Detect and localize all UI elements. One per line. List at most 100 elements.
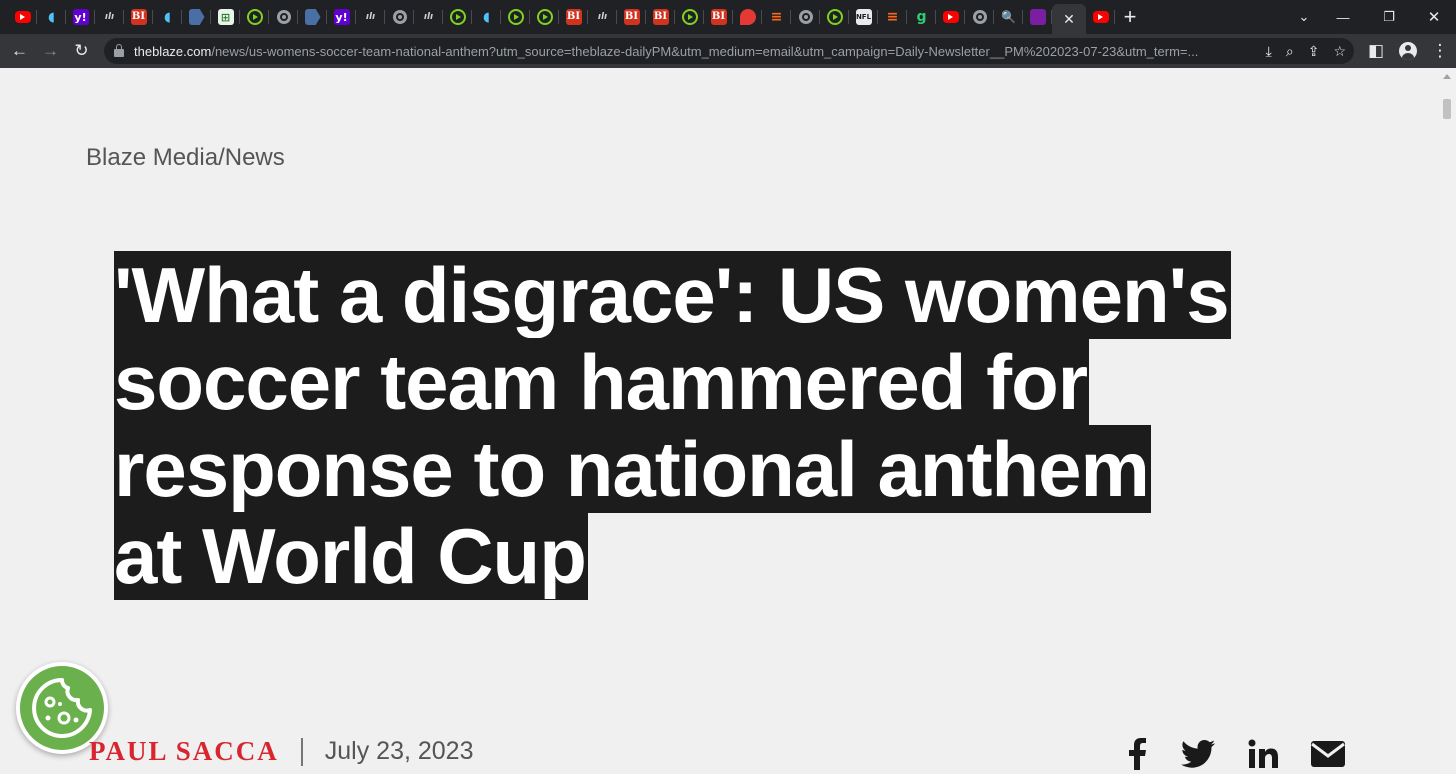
url-text[interactable]: theblaze.com/news/us-womens-soccer-team-… <box>134 44 1224 59</box>
site-icon: ılı <box>423 11 434 22</box>
close-tab-icon[interactable]: ✕ <box>1063 11 1075 28</box>
browser-tab[interactable]: ≡ <box>762 0 791 34</box>
play-icon <box>826 9 843 25</box>
reload-icon[interactable]: ↻ <box>66 34 97 68</box>
arrow-icon <box>304 9 321 25</box>
bookmark-star-icon[interactable]: ☆ <box>1333 43 1346 60</box>
site-icon: ılı <box>104 11 115 22</box>
zoom-icon[interactable]: ⌕ <box>1286 43 1294 60</box>
browser-tab[interactable] <box>443 0 472 34</box>
tab-list: ◖ y! ılı BI ◖ ⊞ y! ılı ılı ◖ BI ılı BI BI BI ≡ NFL ≡ g 🔍 ✕ <box>0 0 1115 34</box>
browser-tab[interactable]: BI <box>124 0 153 34</box>
browser-tab[interactable] <box>8 0 37 34</box>
twitter-icon <box>1181 740 1215 768</box>
share-twitter-icon[interactable] <box>1178 736 1218 772</box>
share-page-icon[interactable]: ⇪ <box>1308 43 1320 60</box>
browser-tab[interactable] <box>182 0 211 34</box>
browser-tab[interactable]: ◖ <box>153 0 182 34</box>
browser-tab[interactable]: BI <box>704 0 733 34</box>
nfl-icon: NFL <box>855 9 872 25</box>
back-icon[interactable]: ← <box>4 34 35 68</box>
browser-tab[interactable] <box>1086 0 1115 34</box>
globe-icon <box>392 10 407 24</box>
linkedin-icon <box>1248 739 1278 768</box>
browser-tab[interactable] <box>733 0 762 34</box>
email-icon <box>1311 741 1345 767</box>
close-window-icon[interactable]: ✕ <box>1412 0 1456 34</box>
g-icon: g <box>916 9 927 25</box>
browser-tab[interactable]: ≡ <box>878 0 907 34</box>
play-icon <box>449 9 466 25</box>
browser-tab[interactable]: y! <box>327 0 356 34</box>
browser-tab[interactable] <box>820 0 849 34</box>
youtube-icon <box>942 11 959 23</box>
bi-icon: BI <box>623 9 640 25</box>
install-icon[interactable]: ⤓ <box>1266 43 1272 60</box>
avatar <box>1399 42 1417 60</box>
play-icon <box>507 9 524 25</box>
profile-button[interactable] <box>1392 34 1424 68</box>
browser-tab[interactable]: BI <box>617 0 646 34</box>
browser-tab[interactable] <box>269 0 298 34</box>
browser-tab[interactable] <box>385 0 414 34</box>
yahoo-icon: y! <box>72 9 89 25</box>
page-content: Blaze Media/News 'What a disgrace': US w… <box>0 68 1439 774</box>
play-icon <box>246 9 263 25</box>
restore-icon[interactable]: ❐ <box>1366 0 1412 34</box>
browser-tab[interactable] <box>936 0 965 34</box>
toolbar-right: ◧ ⋮ <box>1360 34 1456 68</box>
search-icon: 🔍 <box>1001 10 1016 24</box>
browser-tab[interactable]: ılı <box>588 0 617 34</box>
forward-icon[interactable]: → <box>35 34 66 68</box>
headline-block: 'What a disgrace': US women's soccer tea… <box>114 251 1234 600</box>
browser-tab[interactable] <box>298 0 327 34</box>
share-facebook-icon[interactable] <box>1124 736 1150 772</box>
browser-tab[interactable]: ⊞ <box>211 0 240 34</box>
browser-tab[interactable] <box>965 0 994 34</box>
browser-tab[interactable]: NFL <box>849 0 878 34</box>
browser-tab[interactable] <box>501 0 530 34</box>
cookie-icon <box>32 678 92 738</box>
tab-search-icon[interactable]: ⌄ <box>1290 0 1318 34</box>
browser-tab[interactable]: ◖ <box>37 0 66 34</box>
breadcrumb[interactable]: Blaze Media/News <box>86 144 285 172</box>
scroll-thumb[interactable] <box>1443 99 1451 119</box>
browser-tab[interactable] <box>791 0 820 34</box>
browser-tab[interactable]: ◖ <box>472 0 501 34</box>
lock-icon[interactable] <box>114 44 124 57</box>
browser-tab[interactable]: ılı <box>356 0 385 34</box>
minimize-icon[interactable]: — <box>1320 0 1366 34</box>
share-email-icon[interactable] <box>1308 736 1348 772</box>
url-host: theblaze.com <box>134 43 212 59</box>
browser-tab[interactable]: BI <box>646 0 675 34</box>
address-bar[interactable]: theblaze.com/news/us-womens-soccer-team-… <box>104 38 1354 64</box>
browser-tab[interactable]: y! <box>66 0 95 34</box>
author-link[interactable]: PAUL SACCA <box>89 736 279 767</box>
browser-tab[interactable]: BI <box>559 0 588 34</box>
browser-tab[interactable] <box>675 0 704 34</box>
substack-icon: ≡ <box>886 9 899 25</box>
side-panel-icon[interactable]: ◧ <box>1360 34 1392 68</box>
globe-icon <box>972 10 987 24</box>
share-linkedin-icon[interactable] <box>1246 736 1282 772</box>
browser-tab[interactable]: g <box>907 0 936 34</box>
browser-tab[interactable]: ılı <box>414 0 443 34</box>
new-tab-button[interactable]: + <box>1115 0 1145 34</box>
menu-kebab-icon[interactable]: ⋮ <box>1424 34 1456 68</box>
browser-tab[interactable]: ılı <box>95 0 124 34</box>
site-icon: ılı <box>597 11 608 22</box>
scroll-up-arrow-icon[interactable] <box>1443 74 1451 79</box>
page-scrollbar[interactable] <box>1439 68 1456 774</box>
browser-tab[interactable] <box>240 0 269 34</box>
shield-icon: ◖ <box>483 9 490 25</box>
browser-tab[interactable] <box>530 0 559 34</box>
omnibox-actions: ⤓ ⌕ ⇪ ☆ <box>1266 38 1346 64</box>
arrow-icon <box>188 9 205 25</box>
browser-tab[interactable] <box>1023 0 1052 34</box>
byline-separator <box>300 737 303 766</box>
url-path: /news/us-womens-soccer-team-national-ant… <box>211 43 1199 59</box>
pin-icon <box>739 9 756 25</box>
active-tab[interactable]: ✕ <box>1052 4 1086 34</box>
substack-icon: ≡ <box>770 9 783 25</box>
browser-tab[interactable]: 🔍 <box>994 0 1023 34</box>
